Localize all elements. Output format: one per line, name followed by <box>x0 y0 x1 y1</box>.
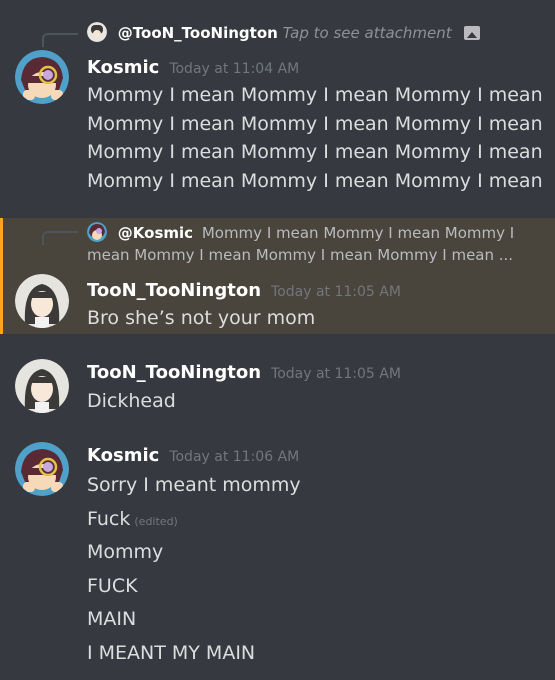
reply-avatar <box>87 22 107 42</box>
message-text: Fuck <box>87 507 131 530</box>
message-line: Dickhead <box>87 390 176 412</box>
reply-spine <box>42 33 78 47</box>
message-content: Sorry I meant mommy Fuck (edited) Mommy F… <box>87 469 301 670</box>
message-line: Mommy I mean Mommy I mean Mommy I mean <box>87 112 543 135</box>
author-label: Kosmic <box>87 445 160 466</box>
avatar[interactable] <box>15 359 69 413</box>
message-line: Mommy I mean Mommy I mean Mommy I mean <box>87 84 543 106</box>
reply-spine <box>42 231 78 245</box>
reply-text-line1: Mommy I mean Mommy I mean Mommy I <box>201 224 515 242</box>
author-label: TooN_TooNington <box>87 280 262 301</box>
message-line: FUCK <box>87 574 138 597</box>
message-line: Mommy I mean Mommy I mean Mommy I mean <box>87 169 543 192</box>
message-toon: TooN_TooNington Today at 11:05 AM Dickhea… <box>0 355 555 425</box>
reply-preview-continued: mean Mommy I mean Mommy I mean Mommy I m… <box>87 246 513 264</box>
message-line: I MEANT MY MAIN <box>87 641 256 664</box>
message-line: Mommy I mean Mommy I mean Mommy I mean <box>87 141 543 163</box>
author-name[interactable]: TooN_TooNington Today at 11:05 AM <box>87 362 401 383</box>
message-line: MAIN <box>87 608 137 630</box>
message-kosmic-2: Kosmic Today at 11:06 AM Sorry I meant mo… <box>0 438 555 680</box>
timestamp: Today at 11:06 AM <box>169 449 300 465</box>
timestamp: Today at 11:05 AM <box>271 284 401 300</box>
avatar[interactable] <box>15 274 69 328</box>
reply-preview[interactable]: @Kosmic Mommy I mean Mommy I mean Mommy … <box>87 222 514 242</box>
message-kosmic-1: @TooN_TooNington Tap to see attachment K… <box>0 0 555 210</box>
message-content: Mommy I mean Mommy I mean Mommy I mean M… <box>87 81 543 195</box>
reply-username: @TooN_TooNington <box>117 24 278 42</box>
message-content: Bro she’s not your mom <box>87 304 315 333</box>
reply-text-line2: mean Mommy I mean Mommy I mean Mommy I m… <box>87 246 514 264</box>
message-line: Bro she’s not your mom <box>87 307 316 329</box>
reply-avatar <box>87 222 107 242</box>
avatar[interactable] <box>15 50 69 104</box>
timestamp: Today at 11:05 AM <box>271 366 401 382</box>
timestamp: Today at 11:04 AM <box>169 61 300 77</box>
edited-label: (edited) <box>134 514 178 528</box>
author-name[interactable]: Kosmic Today at 11:06 AM <box>87 445 299 466</box>
message-content: Dickhead <box>87 387 176 416</box>
message-toon-reply: @Kosmic Mommy I mean Mommy I mean Mommy … <box>0 218 555 334</box>
author-label: Kosmic <box>87 57 160 78</box>
image-icon <box>464 26 481 40</box>
author-name[interactable]: TooN_TooNington Today at 11:05 AM <box>87 280 401 301</box>
reply-username: @Kosmic <box>117 224 194 242</box>
reply-attachment-hint: Tap to see attachment <box>282 24 452 42</box>
message-line-edited: Fuck (edited) <box>87 503 301 537</box>
author-name[interactable]: Kosmic Today at 11:04 AM <box>87 57 299 78</box>
avatar[interactable] <box>15 442 69 496</box>
message-line: Mommy <box>87 541 164 563</box>
author-label: TooN_TooNington <box>87 362 262 383</box>
message-line: Sorry I meant mommy <box>87 474 301 496</box>
reply-preview[interactable]: @TooN_TooNington Tap to see attachment <box>87 22 481 42</box>
